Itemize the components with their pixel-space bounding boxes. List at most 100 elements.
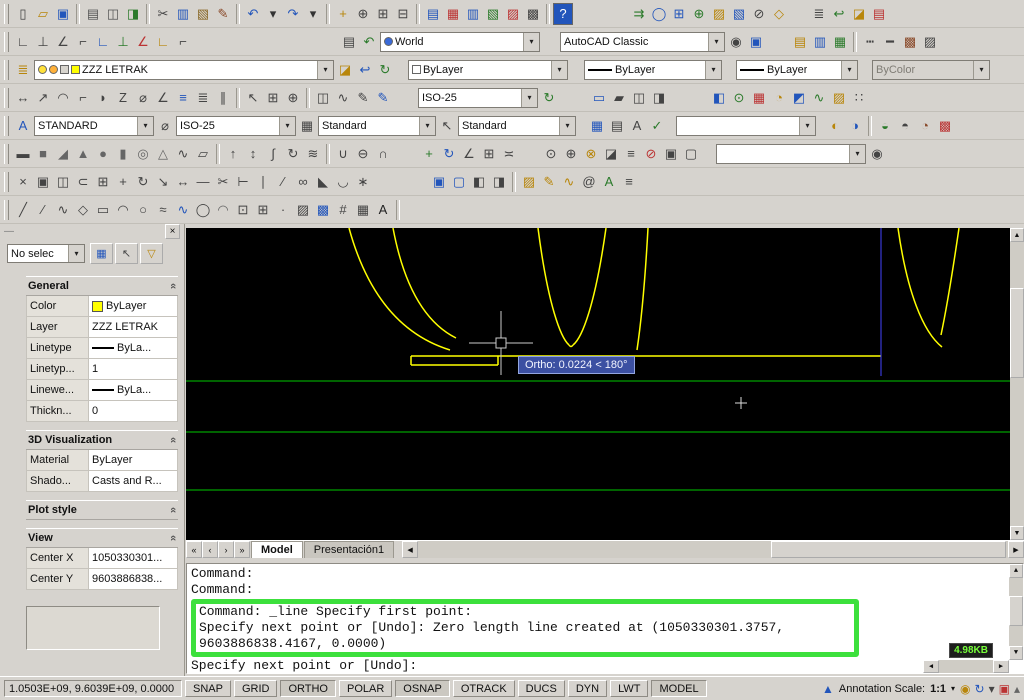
loft-icon[interactable]: ≋: [303, 143, 323, 165]
dimupdate-icon[interactable]: ↻: [539, 87, 559, 109]
dropdown-arrow-icon[interactable]: ▾: [317, 60, 333, 79]
dropdown-arrow-icon[interactable]: ▾: [705, 60, 721, 79]
toolbar-grip[interactable]: [4, 115, 9, 136]
ucs-zaxis-icon[interactable]: ∠: [133, 31, 153, 53]
property-value[interactable]: 9603886838...: [89, 569, 177, 589]
construction-line-icon[interactable]: ∕: [33, 199, 53, 221]
property-value[interactable]: ByLa...: [89, 380, 177, 400]
dimstyle-dropdown[interactable]: ISO-25 ▾: [418, 87, 538, 108]
rectangle-icon[interactable]: ▭: [93, 199, 113, 221]
spellcheck-icon[interactable]: ✓: [647, 115, 667, 137]
centermark-icon[interactable]: ⊕: [283, 87, 303, 109]
dimcontinue-icon[interactable]: ∥: [213, 87, 233, 109]
layer-dropdown[interactable]: ZZZ LETRAK ▾: [34, 59, 334, 80]
mleader-style-dropdown[interactable]: Standard ▾: [458, 115, 576, 136]
refedit-icon[interactable]: ▩: [900, 31, 920, 53]
align-3d-icon[interactable]: ∠: [459, 143, 479, 165]
text-edit-icon[interactable]: A: [599, 171, 619, 193]
intersect-icon[interactable]: ∩: [373, 143, 393, 165]
join-viewport-icon[interactable]: ◨: [649, 87, 669, 109]
ucs-origin-icon[interactable]: ⊥: [113, 31, 133, 53]
attribute-edit-icon[interactable]: @: [579, 171, 599, 193]
dimjogged-icon[interactable]: Z: [113, 87, 133, 109]
time-of-day-icon[interactable]: ◓: [895, 115, 915, 137]
toolbar-grip[interactable]: [4, 31, 9, 52]
weblink-icon[interactable]: ◯: [649, 3, 669, 25]
status-menu-arrow-icon[interactable]: ▾: [989, 683, 995, 695]
thicken-icon[interactable]: ≡: [621, 143, 641, 165]
status-toggle-snap[interactable]: SNAP: [185, 680, 231, 697]
dropdown-arrow-icon[interactable]: ▾: [521, 88, 537, 107]
move-icon[interactable]: +: [113, 171, 133, 193]
linetype-dropdown[interactable]: ByLayer ▾: [584, 59, 722, 80]
materials-icon[interactable]: ◩: [789, 87, 809, 109]
mleader-style-icon[interactable]: ↖: [437, 115, 457, 137]
circle-icon[interactable]: ○: [133, 199, 153, 221]
line-icon[interactable]: ╱: [13, 199, 33, 221]
zoom-realtime-icon[interactable]: ⊕: [353, 3, 373, 25]
scroll-track[interactable]: [1009, 578, 1023, 646]
sky-status-icon[interactable]: ◑: [845, 115, 865, 137]
mirror-3d-icon[interactable]: ≍: [499, 143, 519, 165]
xref-attach-icon[interactable]: ⊕: [689, 3, 709, 25]
geo-location-icon[interactable]: ◒: [875, 115, 895, 137]
extract-edges-icon[interactable]: ⊙: [541, 143, 561, 165]
image-attach-icon[interactable]: ▨: [709, 3, 729, 25]
extrude-icon[interactable]: ↑: [223, 143, 243, 165]
make-object-layer-current-icon[interactable]: ◪: [335, 59, 355, 81]
lengthen-icon[interactable]: —: [193, 171, 213, 193]
offset-icon[interactable]: ⊂: [73, 171, 93, 193]
copy-object-icon[interactable]: ▣: [33, 171, 53, 193]
torus-icon[interactable]: ◎: [133, 143, 153, 165]
box-icon[interactable]: ■: [33, 143, 53, 165]
osnap-settings-icon[interactable]: ◇: [769, 3, 789, 25]
status-toggle-otrack[interactable]: OTRACK: [452, 680, 515, 697]
tab-presentación1[interactable]: Presentación1: [303, 541, 395, 558]
presspull-icon[interactable]: ↕: [243, 143, 263, 165]
extend-icon[interactable]: ⊢: [233, 171, 253, 193]
make-block-icon[interactable]: ⊞: [253, 199, 273, 221]
lineweight-settings-icon[interactable]: ━: [880, 31, 900, 53]
make-layer-current-icon[interactable]: ◪: [849, 3, 869, 25]
dropdown-arrow-icon[interactable]: ▾: [973, 60, 989, 79]
quickdim-icon[interactable]: ≡: [173, 87, 193, 109]
draworder-front-icon[interactable]: ▣: [429, 171, 449, 193]
workspace-settings-icon[interactable]: ◉: [726, 31, 746, 53]
ucs-view-icon[interactable]: ∟: [93, 31, 113, 53]
array-3d-icon[interactable]: ⊞: [479, 143, 499, 165]
spline-edit-icon[interactable]: ∿: [559, 171, 579, 193]
hatch-edit-icon[interactable]: ▨: [519, 171, 539, 193]
ucs-name-dropdown[interactable]: World ▾: [380, 31, 540, 52]
property-value[interactable]: 0: [89, 401, 177, 421]
mapping-icon[interactable]: ∿: [809, 87, 829, 109]
3d-visualization-section-header[interactable]: 3D Visualization «: [26, 430, 179, 450]
ucs-object-icon[interactable]: ∠: [53, 31, 73, 53]
help-icon[interactable]: ?: [553, 2, 573, 25]
scroll-left-icon[interactable]: ◀: [402, 541, 419, 558]
polygonal-viewport-icon[interactable]: ▰: [609, 87, 629, 109]
insert-table-icon[interactable]: ▦: [587, 115, 607, 137]
property-value[interactable]: Casts and R...: [89, 471, 177, 491]
scroll-up-icon[interactable]: ▲: [1009, 564, 1023, 578]
viewports-icon[interactable]: ▭: [589, 87, 609, 109]
spline-icon[interactable]: ∿: [173, 199, 193, 221]
dimordinate-icon[interactable]: ⌐: [73, 87, 93, 109]
erase-icon[interactable]: ×: [13, 171, 33, 193]
tolerance-icon[interactable]: ⊞: [263, 87, 283, 109]
multiline-edit-icon[interactable]: ≡: [619, 171, 639, 193]
annotation-visibility-icon[interactable]: ◉: [960, 683, 970, 695]
collapse-chevron-icon[interactable]: «: [167, 535, 179, 541]
dimbaseline-icon[interactable]: ≣: [193, 87, 213, 109]
hatch-icon[interactable]: ▨: [293, 199, 313, 221]
planar-surface-icon[interactable]: ▱: [193, 143, 213, 165]
status-toggle-grid[interactable]: GRID: [233, 680, 278, 697]
dimdiameter-icon[interactable]: ⌀: [133, 87, 153, 109]
command-window[interactable]: Command: Command: Command: _line Specify f…: [186, 563, 1024, 674]
move-3d-icon[interactable]: +: [419, 143, 439, 165]
subtract-icon[interactable]: ⊖: [353, 143, 373, 165]
break-icon[interactable]: ∕: [273, 171, 293, 193]
text-style-icon[interactable]: A: [13, 115, 33, 137]
tab-prev-icon[interactable]: ‹: [202, 541, 218, 558]
collapse-chevron-icon[interactable]: «: [167, 437, 179, 443]
toggle-pickadd-icon[interactable]: ▦: [90, 243, 113, 264]
